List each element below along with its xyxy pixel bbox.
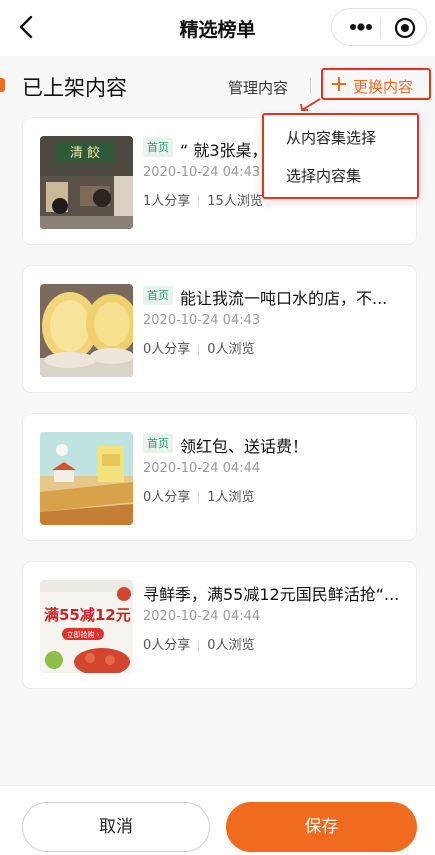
stats-divider — [198, 492, 200, 503]
save-button[interactable]: 保存 — [226, 802, 417, 852]
stats-divider — [198, 344, 200, 355]
view-count: 0人浏览 — [207, 638, 255, 653]
mini-program-capsule — [331, 8, 427, 46]
menu-item-select-collection[interactable]: 选择内容集 — [286, 165, 361, 186]
tag-homepage: 首页 — [143, 286, 173, 305]
section-header: 已上架内容 管理内容 更换内容 — [0, 56, 435, 114]
plus-icon — [332, 77, 346, 91]
share-count: 1人分享 — [143, 194, 191, 209]
replace-content-label: 更换内容 — [353, 78, 414, 96]
header-divider — [310, 78, 311, 94]
content-card[interactable]: 满55减12元 立即抢购 › 寻鲜季，满55减12元国民鲜活抢“... 2020… — [22, 561, 417, 689]
stats-divider — [198, 640, 200, 651]
content-stats: 0人分享 0人浏览 — [143, 634, 255, 653]
view-count: 15人浏览 — [207, 194, 263, 209]
share-count: 0人分享 — [143, 490, 191, 505]
share-count: 0人分享 — [143, 342, 191, 357]
replace-content-menu: 从内容集选择 选择内容集 — [262, 113, 419, 199]
content-stats: 1人分享 15人浏览 — [143, 190, 263, 209]
view-count: 0人浏览 — [207, 342, 255, 357]
nav-bar: 精选榜单 — [0, 0, 435, 56]
content-thumbnail — [40, 284, 133, 377]
target-circle-icon[interactable] — [394, 17, 416, 39]
cancel-button[interactable]: 取消 — [22, 802, 210, 852]
content-date: 2020-10-24 04:44 — [143, 461, 261, 476]
content-date: 2020-10-24 04:44 — [143, 609, 261, 624]
section-heading: 已上架内容 — [22, 76, 127, 100]
content-date: 2020-10-24 04:43 — [143, 165, 261, 180]
footer-bar: 取消 保存 — [0, 785, 435, 855]
content-stats: 0人分享 0人浏览 — [143, 338, 255, 357]
content-title: 能让我流一吨口水的店，不... — [180, 289, 388, 308]
promo-button-text: 立即抢购 › — [66, 630, 99, 639]
tag-homepage: 首页 — [143, 138, 173, 157]
manage-content-button[interactable]: 管理内容 — [228, 77, 288, 98]
menu-item-choose-from-collection[interactable]: 从内容集选择 — [286, 127, 376, 148]
content-card[interactable]: 首页 能让我流一吨口水的店，不... 2020-10-24 04:43 0人分享… — [22, 265, 417, 393]
view-count: 1人浏览 — [207, 490, 255, 505]
content-thumbnail — [40, 432, 133, 525]
replace-content-button[interactable]: 更换内容 — [321, 68, 431, 100]
content-title: 领红包、送话费！ — [180, 437, 309, 456]
share-count: 0人分享 — [143, 638, 191, 653]
content-card[interactable]: 首页 领红包、送话费！ 2020-10-24 04:44 0人分享 1人浏览 — [22, 413, 417, 541]
content-stats: 0人分享 1人浏览 — [143, 486, 255, 505]
content-thumbnail: 清 餃 — [40, 136, 133, 229]
tag-homepage: 首页 — [143, 434, 173, 453]
shop-sign-text: 清 餃 — [70, 145, 100, 161]
capsule-divider — [380, 18, 381, 38]
content-thumbnail: 满55减12元 立即抢购 › — [40, 580, 133, 673]
content-title: 寻鲜季，满55减12元国民鲜活抢“... — [143, 585, 400, 604]
more-dots-icon[interactable] — [348, 18, 374, 36]
content-date: 2020-10-24 04:43 — [143, 313, 261, 328]
annotation-arrow-icon — [300, 98, 321, 111]
section-accent-bar — [0, 78, 5, 92]
promo-headline-text: 满55减12元 — [44, 606, 131, 624]
stats-divider — [198, 196, 200, 207]
